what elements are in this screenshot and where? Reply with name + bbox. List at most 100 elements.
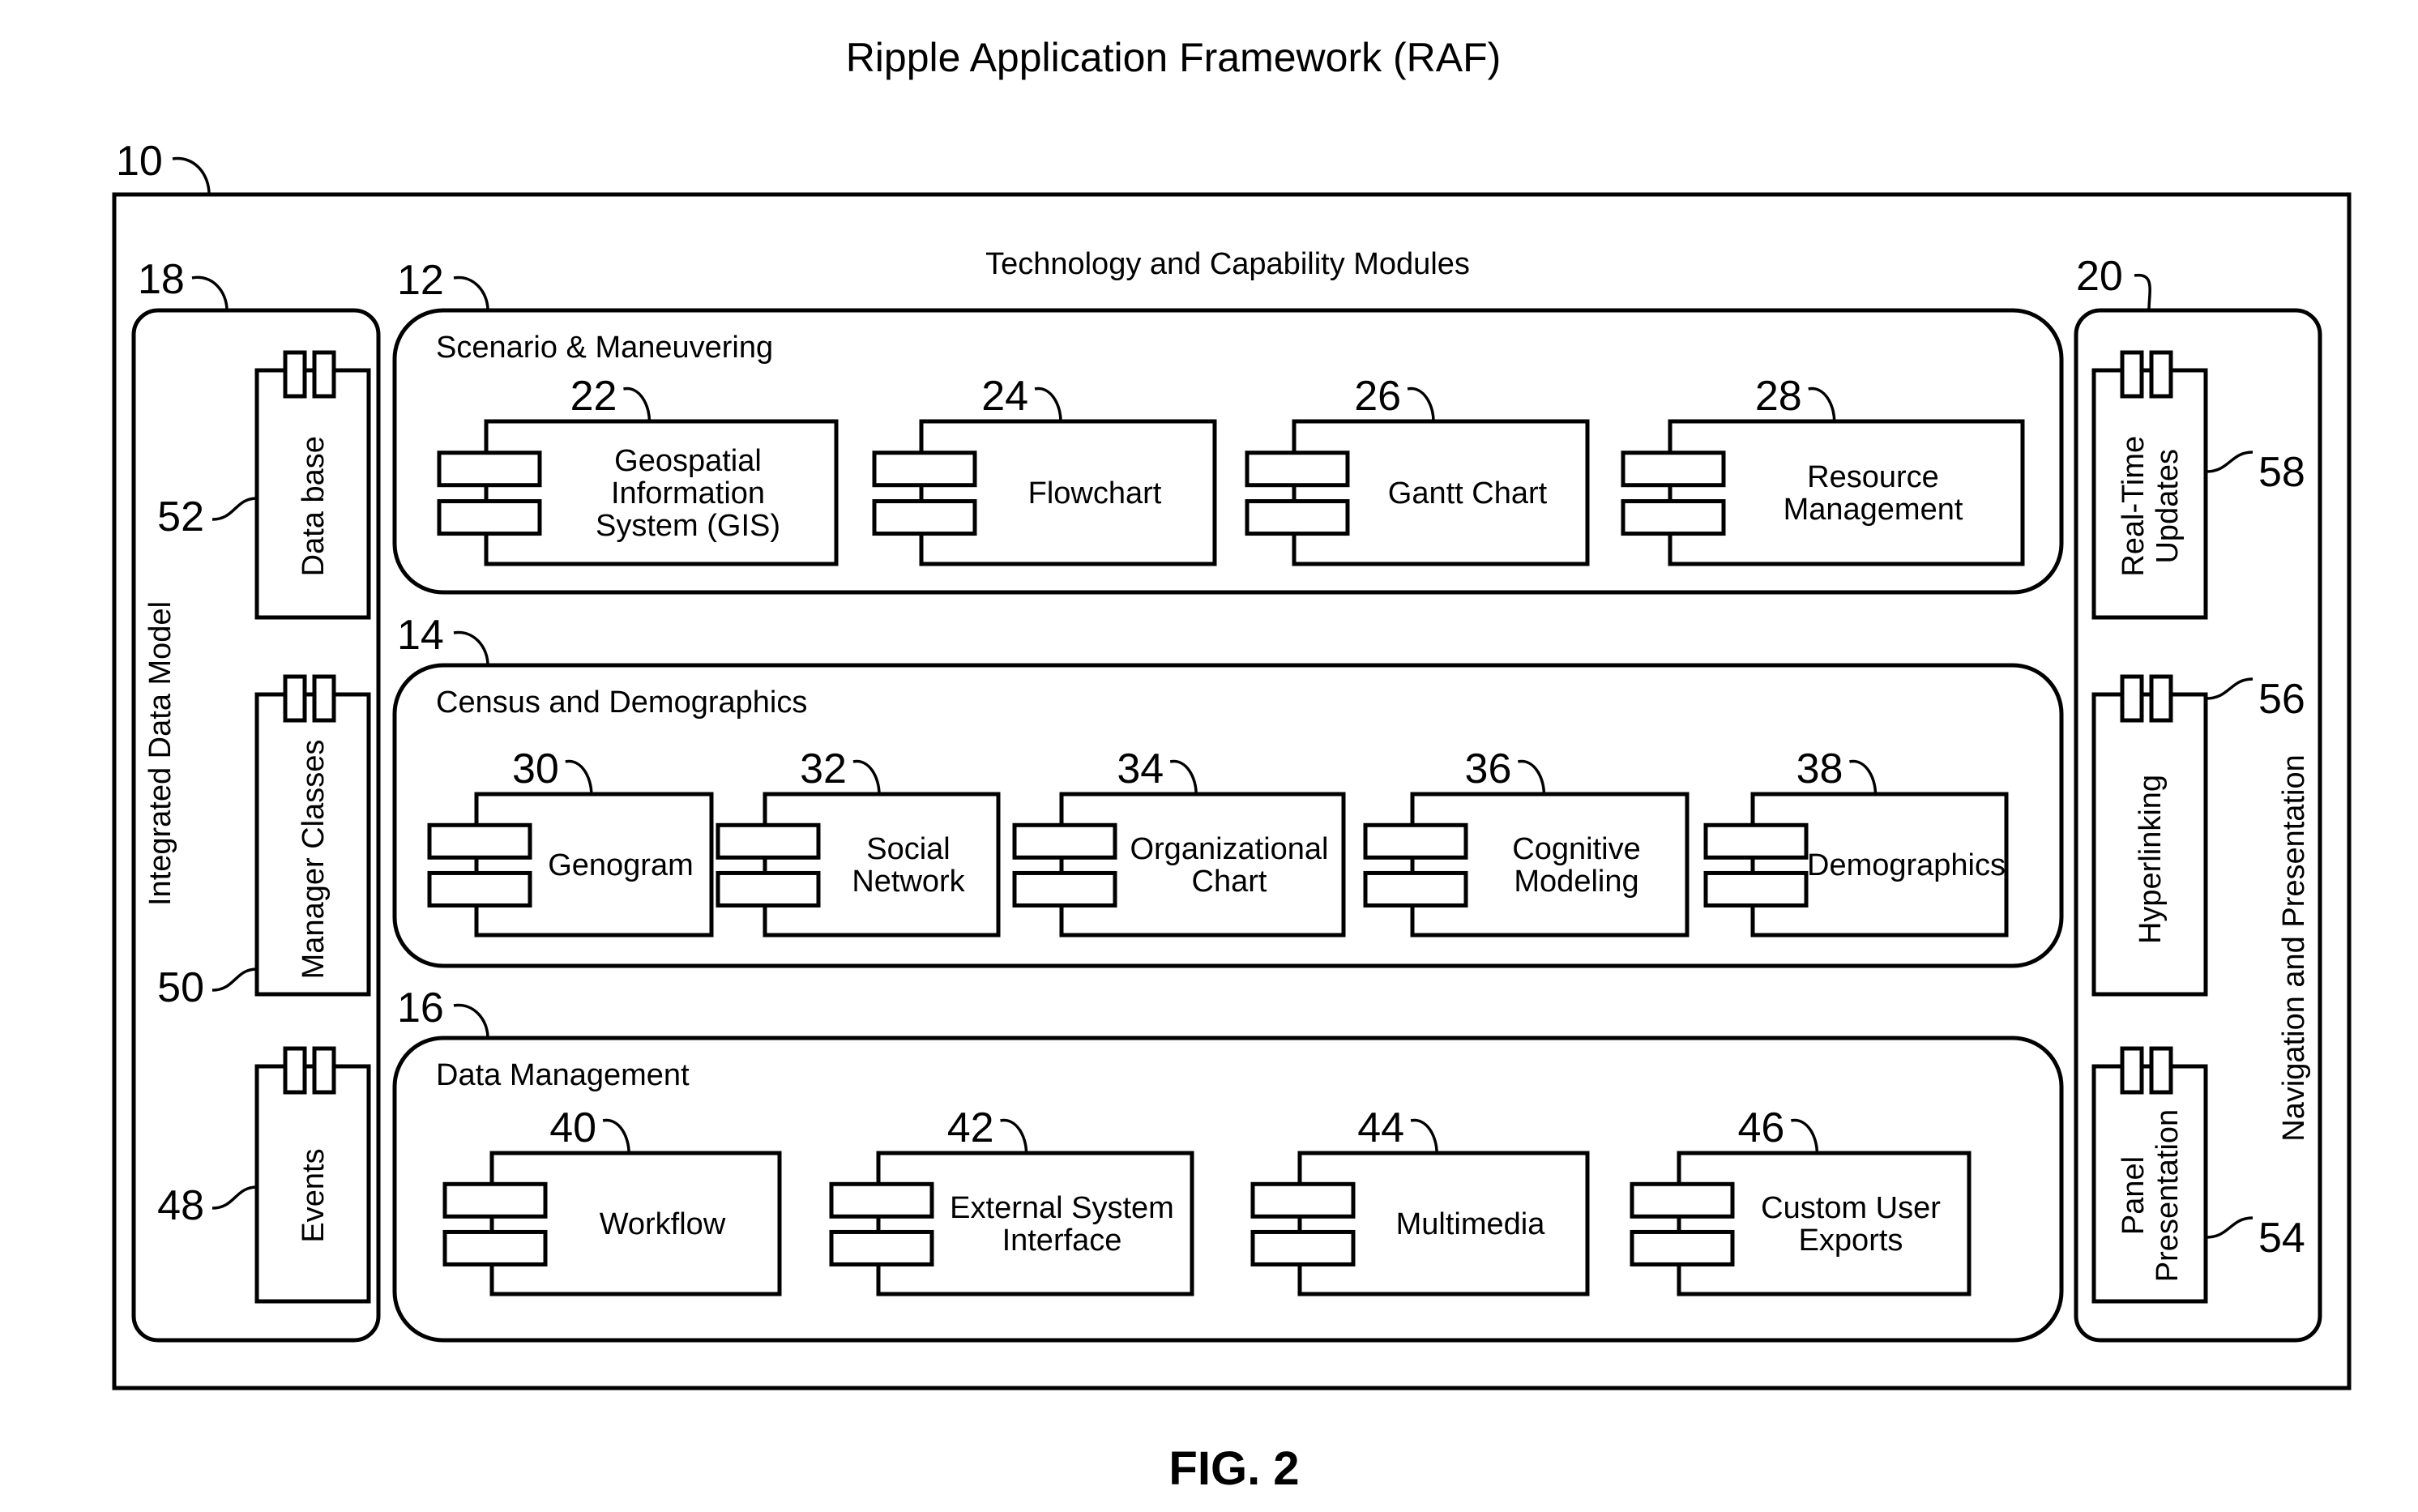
group-label: Census and Demographics <box>436 686 807 720</box>
port-icon <box>312 1046 336 1095</box>
port-icon <box>2120 1046 2144 1095</box>
group-leader <box>453 630 489 666</box>
component-label: Management <box>1784 493 1963 527</box>
port-icon <box>1703 822 1809 860</box>
component-ref: 46 <box>1738 1104 1785 1151</box>
component-external-system-interface[interactable]: 42 External SystemInterface <box>829 1104 1194 1296</box>
component-ref: 48 <box>157 1182 204 1229</box>
component-label: Flowchart <box>1028 476 1162 510</box>
port-icon <box>1012 822 1117 860</box>
ref-leader <box>2205 451 2254 473</box>
left-panel-leader <box>191 275 229 311</box>
component-label: Real-Time <box>2117 436 2151 577</box>
component-ref: 38 <box>1796 745 1843 792</box>
port-icon <box>1630 1229 1735 1266</box>
component-label: Information <box>611 476 765 510</box>
component-ref: 26 <box>1354 373 1401 420</box>
port-icon <box>1012 870 1117 908</box>
component-ref: 22 <box>570 373 617 420</box>
port-icon <box>437 499 542 536</box>
component-ref: 36 <box>1465 745 1512 792</box>
component-cognitive-modeling[interactable]: 36 CognitiveModeling <box>1363 745 1690 938</box>
port-icon <box>2120 350 2144 399</box>
port-icon <box>1621 451 1726 488</box>
left-panel-label: Integrated Data Model <box>143 601 177 906</box>
module-groups: 12 Scenario & Maneuvering 22 GeospatialInfo… <box>392 257 2064 1343</box>
ref-leader <box>623 387 651 422</box>
component-label: Interface <box>1002 1224 1122 1258</box>
component-panel-presentation[interactable]: Panel Presentation 54 <box>2091 1046 2305 1304</box>
component-ref: 42 <box>947 1104 994 1151</box>
port-icon <box>442 1181 548 1219</box>
component-real-time-updates[interactable]: Real-Time Updates 58 <box>2091 350 2305 620</box>
component-label: Modeling <box>1514 865 1638 899</box>
component-label: Exports <box>1799 1224 1903 1258</box>
component-ref: 32 <box>800 745 847 792</box>
ref-leader <box>211 967 258 992</box>
component-flowchart[interactable]: 24 Flowchart <box>872 373 1217 566</box>
port-icon <box>716 822 821 860</box>
component-workflow[interactable]: 40 Workflow <box>442 1104 782 1296</box>
component-ref: 54 <box>2258 1215 2305 1262</box>
port-icon <box>1250 1229 1356 1266</box>
component-label: Genogram <box>548 848 694 882</box>
component-organizational-chart[interactable]: 34 OrganizationalChart <box>1012 745 1346 938</box>
component-ref: 56 <box>2258 676 2305 723</box>
ref-leader <box>1034 387 1062 422</box>
component-ref: 58 <box>2258 449 2305 496</box>
port-icon <box>1245 499 1350 536</box>
ref-leader <box>852 759 881 795</box>
component-label: Manager Classes <box>297 740 331 980</box>
port-icon <box>312 350 336 399</box>
port-icon <box>829 1229 934 1266</box>
component-multimedia[interactable]: 44 Multimedia <box>1250 1104 1590 1296</box>
component-custom-user-exports[interactable]: 46 Custom UserExports <box>1630 1104 1972 1296</box>
group-ref: 14 <box>397 612 444 659</box>
component-label: Chart <box>1192 865 1267 899</box>
component-label: Events <box>297 1148 331 1242</box>
component-ref: 30 <box>512 745 559 792</box>
right-panel-label: Navigation and Presentation <box>2277 754 2311 1141</box>
component-data-base[interactable]: Data base 52 <box>157 350 371 620</box>
framework-ref: 10 <box>116 138 163 185</box>
component-label: System (GIS) <box>596 509 780 543</box>
component-social-network[interactable]: 32 SocialNetwork <box>716 745 1001 938</box>
port-icon <box>1245 451 1350 488</box>
ref-leader <box>2205 677 2254 700</box>
group-ref: 16 <box>397 985 444 1031</box>
component-hyperlinking[interactable]: Hyperlinking 56 <box>2091 674 2305 997</box>
ref-leader <box>1407 387 1435 422</box>
component-ref: 34 <box>1117 745 1164 792</box>
ref-leader <box>1518 759 1546 795</box>
component-manager-classes[interactable]: Manager Classes 50 <box>157 674 371 1011</box>
component-label: Multimedia <box>1396 1207 1546 1241</box>
port-icon <box>312 674 336 723</box>
port-icon <box>283 350 307 399</box>
component-label: Data base <box>297 436 331 576</box>
ref-leader <box>2205 1216 2254 1239</box>
port-icon <box>1621 499 1726 536</box>
component-label: Organizational <box>1130 832 1328 866</box>
component-label: Custom User <box>1761 1191 1941 1225</box>
right-panel-ref: 20 <box>2076 253 2123 300</box>
component-label: Presentation <box>2151 1109 2185 1282</box>
ref-leader <box>1808 387 1836 422</box>
port-icon <box>1363 870 1468 908</box>
component-label: Gantt Chart <box>1388 476 1548 510</box>
port-icon <box>2120 674 2144 723</box>
component-genogram[interactable]: 30 Genogram <box>427 745 714 938</box>
component-geospatial-information-system-gis[interactable]: 22 GeospatialInformationSystem (GIS) <box>437 373 839 566</box>
port-icon <box>2149 1046 2173 1095</box>
group-label: Scenario & Maneuvering <box>436 331 773 365</box>
diagram-title: Ripple Application Framework (RAF) <box>846 35 1502 80</box>
component-ref: 24 <box>981 373 1028 420</box>
group-ref: 12 <box>397 257 444 304</box>
component-resource-management[interactable]: 28 ResourceManagement <box>1621 373 2025 566</box>
component-gantt-chart[interactable]: 26 Gantt Chart <box>1245 373 1590 566</box>
component-ref: 44 <box>1357 1104 1404 1151</box>
figure-label: FIG. 2 <box>1168 1442 1299 1495</box>
component-label: External System <box>950 1191 1174 1225</box>
component-events[interactable]: Events 48 <box>157 1046 371 1304</box>
component-demographics[interactable]: 38 Demographics <box>1703 745 2009 938</box>
component-label: Resource <box>1807 460 1939 494</box>
